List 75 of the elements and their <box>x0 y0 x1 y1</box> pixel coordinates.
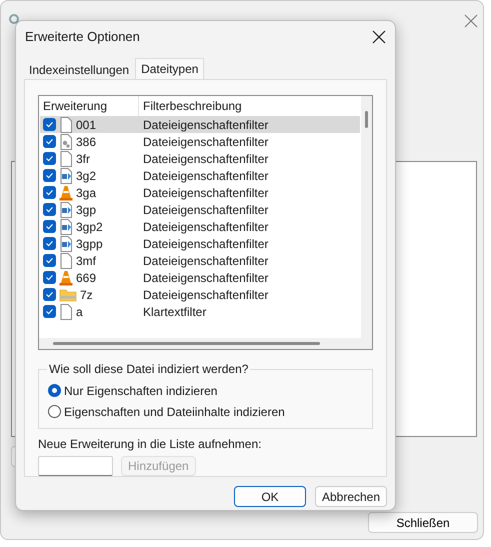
checkbox[interactable] <box>43 135 56 148</box>
checkbox[interactable] <box>43 152 56 165</box>
media-file-icon <box>59 202 73 218</box>
checkbox[interactable] <box>43 288 56 301</box>
traffic-cone-icon <box>59 184 73 200</box>
ok-button[interactable]: OK <box>234 486 306 507</box>
radio-button[interactable] <box>48 384 61 397</box>
column-header[interactable]: Filterbeschreibung <box>139 99 242 113</box>
filter-text: Dateieigenschaftenfilter <box>142 288 268 302</box>
list-row[interactable]: 3gp Dateieigenschaftenfilter <box>40 201 360 218</box>
radio-label[interactable]: Eigenschaften und Dateiinhalte indizieren <box>64 404 285 418</box>
checkbox[interactable] <box>43 203 56 216</box>
filter-text: Dateieigenschaftenfilter <box>142 254 268 268</box>
list-row[interactable]: 3gpp Dateieigenschaftenfilter <box>40 235 360 252</box>
extension-text: 7z <box>80 288 93 302</box>
extension-text: 3ga <box>76 186 96 200</box>
list-row[interactable]: a Klartextfilter <box>40 303 360 320</box>
list-row[interactable]: 3ga Dateieigenschaftenfilter <box>40 184 360 201</box>
list-row[interactable]: 001 Dateieigenschaftenfilter <box>40 116 360 133</box>
gear-file-icon <box>59 134 73 150</box>
filter-text: Klartextfilter <box>142 304 206 318</box>
close-icon[interactable] <box>372 30 386 44</box>
file-icon <box>59 252 73 268</box>
traffic-cone-icon <box>59 270 73 286</box>
checkbox[interactable] <box>43 118 56 131</box>
checkbox[interactable] <box>43 305 56 318</box>
filter-text: Dateieigenschaftenfilter <box>142 202 268 216</box>
field-label: Neue Erweiterung in die Liste aufnehmen: <box>38 437 262 451</box>
extension-text: 3gpp <box>76 236 103 250</box>
filter-text: Dateieigenschaftenfilter <box>142 186 268 200</box>
extension-text: 386 <box>76 134 96 148</box>
media-file-icon <box>59 236 73 252</box>
checkbox[interactable] <box>43 237 56 250</box>
dialog-title: Erweiterte Optionen <box>25 29 140 44</box>
list-row[interactable]: 7z Dateieigenschaftenfilter <box>40 286 360 303</box>
extension-text: 3mf <box>76 254 96 268</box>
zip-folder-icon <box>59 286 77 302</box>
checkbox[interactable] <box>43 254 56 267</box>
extension-text: 3gp2 <box>76 220 103 234</box>
list-row[interactable]: 3fr Dateieigenschaftenfilter <box>40 150 360 167</box>
close-button[interactable]: Schließen <box>368 512 478 533</box>
media-file-icon <box>59 218 73 234</box>
list-row[interactable]: 3gp2 Dateieigenschaftenfilter <box>40 218 360 235</box>
radio-label[interactable]: Nur Eigenschaften indizieren <box>64 384 218 398</box>
radio-button[interactable] <box>48 405 61 418</box>
tab[interactable]: Dateitypen <box>135 58 204 79</box>
extension-field[interactable] <box>38 456 113 476</box>
filter-text: Dateieigenschaftenfilter <box>142 152 268 166</box>
file-icon <box>59 116 73 132</box>
filter-text: Dateieigenschaftenfilter <box>142 270 268 284</box>
filter-text: Dateieigenschaftenfilter <box>142 236 268 250</box>
filter-text: Dateieigenschaftenfilter <box>142 134 268 148</box>
list-row[interactable]: 386 Dateieigenschaftenfilter <box>40 133 360 150</box>
list-row[interactable]: 3mf Dateieigenschaftenfilter <box>40 252 360 269</box>
cancel-button[interactable]: Abbrechen <box>315 486 387 507</box>
filter-text: Dateieigenschaftenfilter <box>142 118 268 132</box>
tab[interactable]: Indexeinstellungen <box>23 60 136 79</box>
filter-text: Dateieigenschaftenfilter <box>142 220 268 234</box>
extension-text: 3g2 <box>76 168 96 182</box>
list-row[interactable]: 3g2 Dateieigenschaftenfilter <box>40 167 360 184</box>
media-file-icon <box>59 168 73 184</box>
checkbox[interactable] <box>43 169 56 182</box>
extension-text: 3gp <box>76 202 96 216</box>
checkbox[interactable] <box>43 220 56 233</box>
extension-text: a <box>76 304 83 318</box>
extension-text: 3fr <box>76 152 90 166</box>
file-icon <box>59 150 73 166</box>
filter-text: Dateieigenschaftenfilter <box>142 168 268 182</box>
checkbox[interactable] <box>43 271 56 284</box>
extension-text: 001 <box>76 118 96 132</box>
checkbox[interactable] <box>43 186 56 199</box>
extension-text: 669 <box>76 270 96 284</box>
file-icon <box>59 304 73 320</box>
list-row[interactable]: 669 Dateieigenschaftenfilter <box>40 269 360 286</box>
group-title: Wie soll diese Datei indiziert werden? <box>48 362 250 376</box>
